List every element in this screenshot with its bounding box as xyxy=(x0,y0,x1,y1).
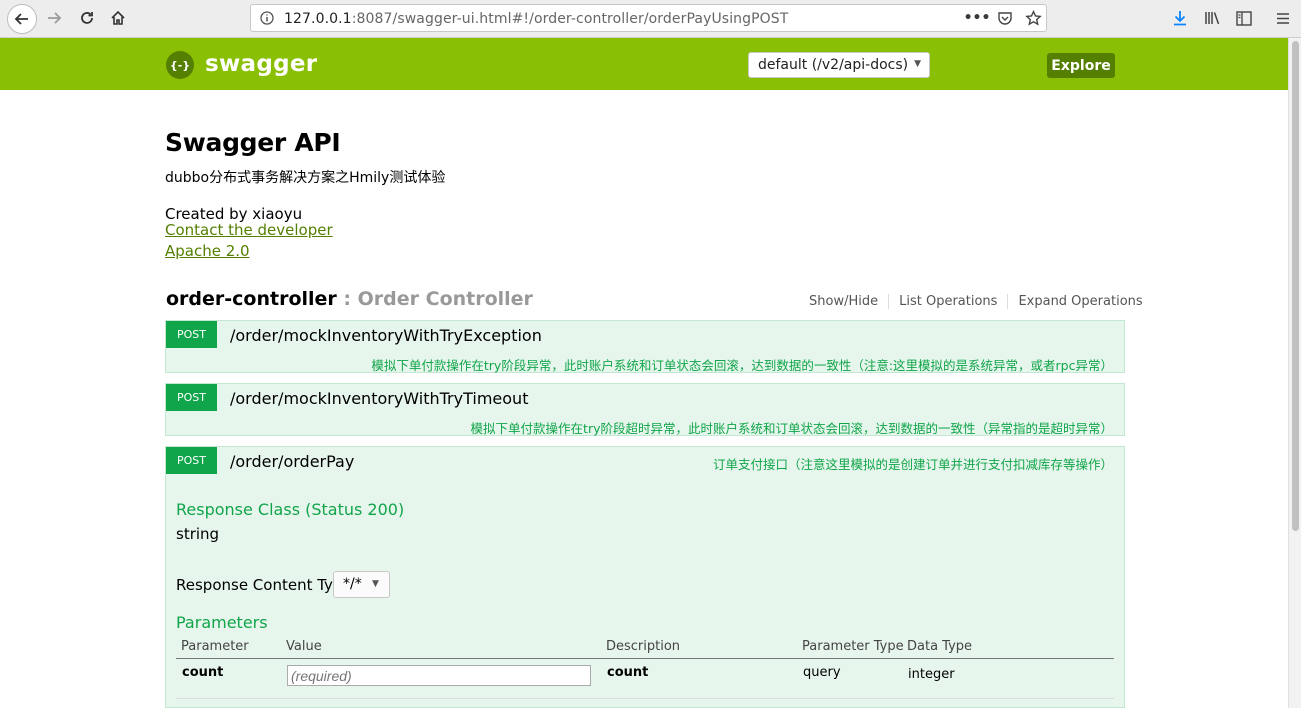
download-icon[interactable] xyxy=(1170,8,1190,28)
list-operations-link[interactable]: List Operations xyxy=(889,294,1009,309)
response-content-type-label: Response Content Type xyxy=(176,576,352,594)
param-data-type: integer xyxy=(908,667,955,682)
arrow-left-icon xyxy=(14,13,28,25)
expand-operations-link[interactable]: Expand Operations xyxy=(1008,294,1142,309)
page-scrollbar[interactable] xyxy=(1288,38,1301,708)
param-name: count xyxy=(182,665,224,680)
url-text[interactable]: 127.0.0.1:8087/swagger-ui.html#!/order-c… xyxy=(284,11,788,27)
parameters-heading: Parameters xyxy=(176,613,268,632)
content-type-value: */* xyxy=(343,576,362,592)
url-path: :8087/swagger-ui.html#!/order-controller… xyxy=(351,11,789,27)
column-header-data-type: Data Type xyxy=(907,639,973,654)
post-method-badge[interactable]: POST xyxy=(166,321,217,348)
menu-icon[interactable] xyxy=(1273,8,1293,28)
sidebar-icon[interactable] xyxy=(1234,8,1254,28)
operation-path[interactable]: /order/mockInventoryWithTryTimeout xyxy=(230,389,528,408)
api-spec-select-value: default (/v2/api-docs) xyxy=(758,57,909,73)
count-value-input[interactable] xyxy=(287,665,591,686)
response-content-type-select[interactable]: */* ▼ xyxy=(333,571,390,598)
operation-summary[interactable]: 订单支付接口（注意这里模拟的是创建订单并进行支付扣减库存等操作） xyxy=(713,454,1113,473)
pocket-icon[interactable] xyxy=(995,8,1015,28)
contact-developer-link[interactable]: Contact the developer xyxy=(165,221,333,239)
controller-separator: : xyxy=(336,288,358,310)
arrow-right-icon xyxy=(48,12,62,24)
url-bar[interactable]: 127.0.0.1:8087/swagger-ui.html#!/order-c… xyxy=(250,4,1047,32)
controller-name[interactable]: order-controller xyxy=(166,288,337,310)
operation-mock-try-timeout[interactable]: POST /order/mockInventoryWithTryTimeout … xyxy=(165,383,1125,436)
column-header-value: Value xyxy=(286,639,322,654)
home-icon xyxy=(111,10,125,25)
forward-button[interactable] xyxy=(40,4,68,32)
home-button[interactable] xyxy=(104,4,132,32)
response-class-heading: Response Class (Status 200) xyxy=(176,500,405,519)
operation-path[interactable]: /order/mockInventoryWithTryException xyxy=(230,326,542,345)
url-host: 127.0.0.1 xyxy=(284,11,352,27)
post-method-badge[interactable]: POST xyxy=(166,384,217,411)
bookmark-star-icon[interactable] xyxy=(1023,8,1043,28)
column-header-parameter: Parameter xyxy=(181,639,249,654)
response-class-value: string xyxy=(176,525,220,543)
controller-description: Order Controller xyxy=(357,288,533,310)
table-header-divider xyxy=(176,658,1114,659)
back-button[interactable] xyxy=(7,4,37,34)
chevron-down-icon: ▼ xyxy=(372,579,379,589)
browser-toolbar: 127.0.0.1:8087/swagger-ui.html#!/order-c… xyxy=(0,0,1301,38)
swagger-logo-icon[interactable]: {-} xyxy=(166,51,194,79)
post-method-badge[interactable]: POST xyxy=(166,447,217,474)
operation-mock-try-exception[interactable]: POST /order/mockInventoryWithTryExceptio… xyxy=(165,320,1125,373)
operation-detail-panel: Response Class (Status 200) string Respo… xyxy=(165,477,1125,708)
controller-heading[interactable]: order-controller : Order Controller xyxy=(166,288,533,310)
swagger-logo-text[interactable]: swagger xyxy=(205,51,317,77)
swagger-header: {-} swagger default (/v2/api-docs) ▼ Exp… xyxy=(0,38,1288,90)
scrollbar-thumb[interactable] xyxy=(1292,41,1299,531)
column-header-parameter-type: Parameter Type xyxy=(802,639,904,654)
param-type: query xyxy=(803,665,841,680)
operation-summary[interactable]: 模拟下单付款操作在try阶段异常，此时账户系统和订单状态会回滚，达到数据的一致性… xyxy=(371,355,1113,374)
reload-button[interactable] xyxy=(73,4,101,32)
table-row-divider xyxy=(176,698,1114,699)
chevron-down-icon: ▼ xyxy=(914,59,921,69)
operation-summary[interactable]: 模拟下单付款操作在try阶段超时异常，此时账户系统和订单状态会回滚，达到数据的一… xyxy=(471,418,1113,437)
ellipsis-icon[interactable]: ••• xyxy=(964,8,991,28)
param-description: count xyxy=(607,665,649,680)
api-spec-select[interactable]: default (/v2/api-docs) ▼ xyxy=(748,52,930,78)
operation-order-pay[interactable]: POST /order/orderPay 订单支付接口（注意这里模拟的是创建订单… xyxy=(165,446,1125,478)
info-icon[interactable] xyxy=(257,8,277,28)
api-title: Swagger API xyxy=(165,128,341,157)
show-hide-link[interactable]: Show/Hide xyxy=(809,294,890,309)
explore-button[interactable]: Explore xyxy=(1047,53,1115,78)
controller-options: Show/Hide List Operations Expand Operati… xyxy=(809,294,1143,309)
library-icon[interactable] xyxy=(1202,8,1222,28)
column-header-description: Description xyxy=(606,639,681,654)
operation-path[interactable]: /order/orderPay xyxy=(230,452,354,471)
api-description: dubbo分布式事务解决方案之Hmily测试体验 xyxy=(165,170,446,186)
license-link[interactable]: Apache 2.0 xyxy=(165,242,250,260)
reload-icon xyxy=(81,12,93,24)
